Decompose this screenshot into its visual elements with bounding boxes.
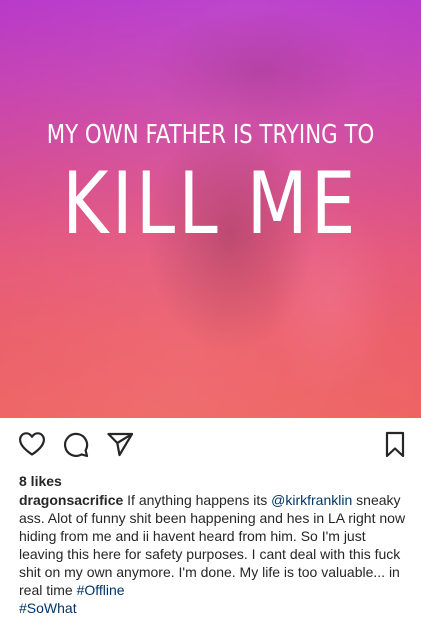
share-icon[interactable] xyxy=(106,431,134,457)
likes-count[interactable]: 8 likes xyxy=(19,473,62,489)
caption-username[interactable]: dragonsacrifice xyxy=(19,492,123,508)
story-text-line1: MY OWN FATHER IS TRYING TO xyxy=(46,120,375,150)
action-bar xyxy=(0,418,421,468)
post-caption: dragonsacrifice If anything happens its … xyxy=(19,491,411,617)
caption-mention[interactable]: @kirkfranklin xyxy=(271,492,352,508)
caption-hashtag-sowhat[interactable]: #SoWhat xyxy=(19,600,77,616)
caption-hashtag-offline[interactable]: #Offline xyxy=(77,582,125,598)
comment-icon[interactable] xyxy=(62,431,89,458)
bookmark-icon[interactable] xyxy=(385,431,405,458)
caption-text-part1: If anything happens its xyxy=(123,492,272,508)
story-text-line2: KILL ME xyxy=(62,154,359,254)
heart-icon[interactable] xyxy=(18,431,46,457)
post-image[interactable]: MY OWN FATHER IS TRYING TO KILL ME xyxy=(0,0,421,418)
